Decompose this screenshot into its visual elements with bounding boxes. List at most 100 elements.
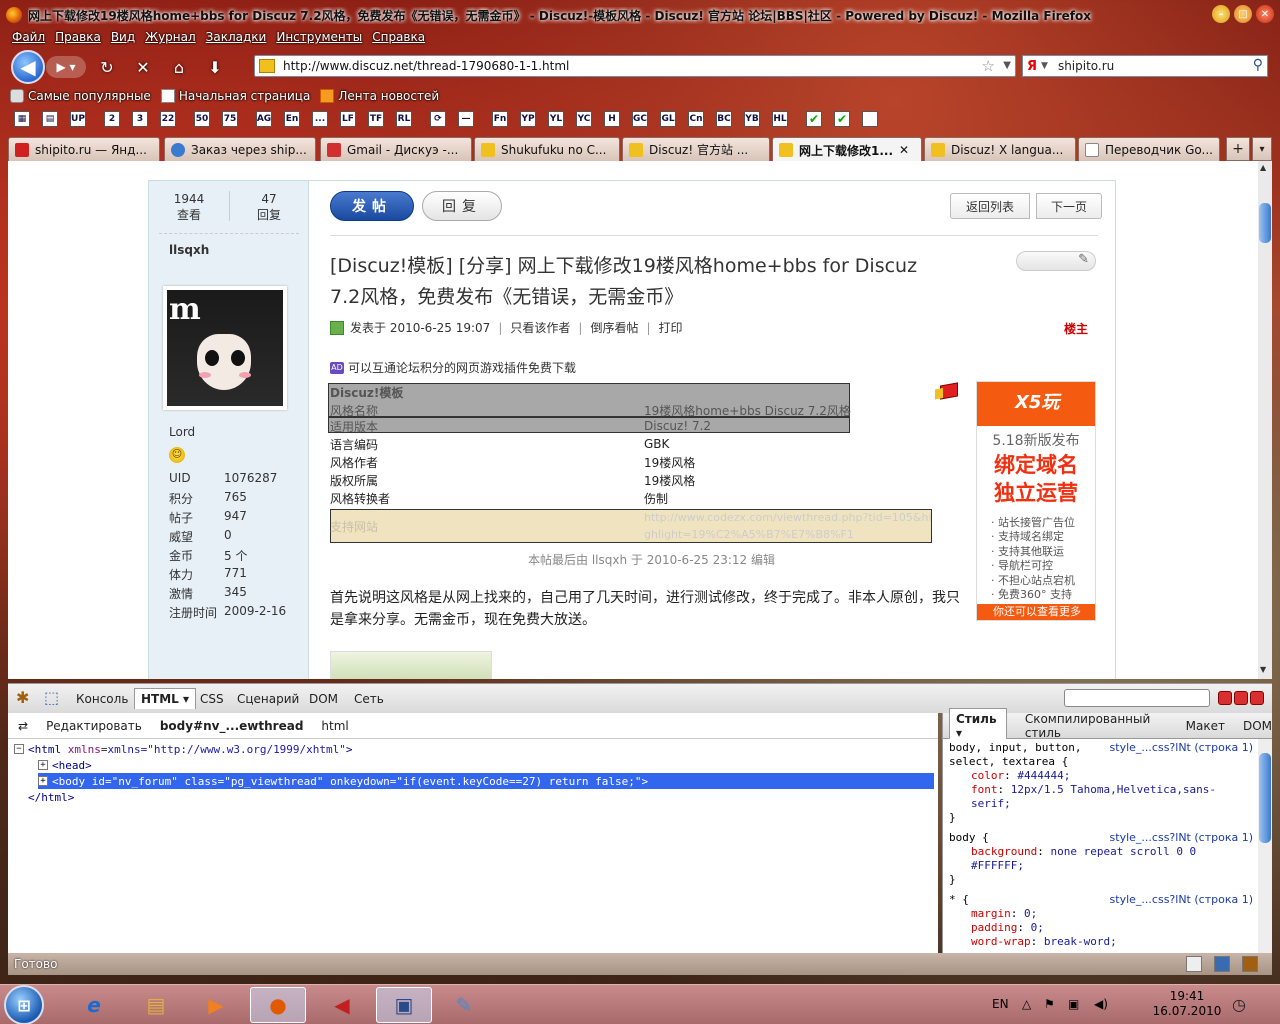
media-player-taskbar-icon[interactable]: ▶ (188, 987, 244, 1023)
addon-icon-22[interactable]: 22 (160, 111, 176, 127)
bookmark-news-feed[interactable]: Лента новостей (320, 87, 439, 105)
addon-icon-dots[interactable]: ... (312, 111, 328, 127)
menu-file[interactable]: Файл (12, 30, 45, 48)
profile-value[interactable]: 1076287 (224, 471, 277, 490)
addon-icon-fn[interactable]: Fn (492, 111, 508, 127)
status-firebug-icon[interactable] (1242, 956, 1258, 972)
addon-icon-rl[interactable]: RL (396, 111, 412, 127)
breadcrumb-body[interactable]: body#nv_...ewthread (160, 719, 304, 733)
tree-node-head[interactable]: + <head> (38, 757, 92, 773)
css-property[interactable]: font: 12px/1.5 Tahoma,Helvetica,sans- (949, 783, 1255, 797)
addon-icon-hl[interactable]: HL (772, 111, 788, 127)
expand-icon[interactable]: + (38, 776, 48, 786)
addon-icon-yb[interactable]: YB (744, 111, 760, 127)
download-icon[interactable]: ⬇ (204, 56, 226, 78)
clock-settings-icon[interactable]: ◷ (1232, 995, 1246, 1014)
menu-bookmarks[interactable]: Закладки (206, 30, 267, 48)
tab-current-thread[interactable]: 网上下载修改1... ✕ (772, 137, 922, 162)
addon-icon-75[interactable]: 75 (222, 111, 238, 127)
post-image[interactable] (330, 651, 492, 679)
tab-translator[interactable]: Переводчик Go... (1078, 137, 1220, 161)
addon-icon-refresh[interactable]: ⟳ (430, 111, 446, 127)
addon-icon-gl[interactable]: GL (660, 111, 676, 127)
avatar[interactable]: m (163, 286, 287, 410)
tab-script[interactable]: Сценарий (237, 692, 299, 706)
checkbox-icon[interactable]: ✔ (806, 111, 822, 127)
tab-order[interactable]: Заказ через ship... (164, 137, 316, 161)
firebug-detach-button[interactable] (1234, 691, 1248, 705)
addon-icon-gc[interactable]: GC (632, 111, 648, 127)
tab-shukufuku[interactable]: Shukufuku no C... (474, 137, 620, 161)
tab-html[interactable]: HTML ▾ (134, 688, 197, 709)
close-button[interactable]: ✕ (1256, 5, 1274, 23)
tab-css[interactable]: CSS (200, 692, 224, 706)
next-page-button[interactable]: 下一页 (1036, 193, 1102, 219)
css-property[interactable]: color: #444444; (949, 769, 1255, 783)
css-property[interactable]: margin: 0; (949, 907, 1255, 921)
firebug-close-button[interactable] (1250, 691, 1264, 705)
tab-layout[interactable]: Макет (1186, 719, 1225, 733)
url-bar[interactable]: http://www.discuz.net/thread-1790680-1-1… (254, 55, 1016, 77)
only-author-link[interactable]: 只看该作者 (510, 319, 570, 336)
back-button[interactable]: ◀ (11, 50, 45, 84)
support-site-link[interactable]: http://www.codezx.com/viewthread.php?tid… (644, 509, 934, 543)
addon-icon-yl[interactable]: YL (548, 111, 564, 127)
ad-text-link[interactable]: AD 可以互通论坛积分的网页游戏插件免费下载 (330, 359, 576, 376)
scroll-down-icon[interactable]: ▼ (1260, 665, 1266, 674)
tray-arrow-icon[interactable]: △ (1022, 997, 1031, 1011)
menu-view[interactable]: Вид (111, 30, 135, 48)
css-property[interactable]: padding: 0; (949, 921, 1255, 935)
language-indicator[interactable]: EN (992, 997, 1009, 1011)
css-panel-scrollbar[interactable] (1258, 739, 1272, 953)
firebug-search-input[interactable] (1064, 689, 1210, 707)
start-button[interactable]: ⊞ (4, 985, 44, 1024)
minimize-button[interactable]: – (1212, 5, 1230, 23)
addon-icon-3[interactable]: 3 (132, 111, 148, 127)
bookmark-start-page[interactable]: Начальная страница (160, 87, 310, 105)
tree-node-html[interactable]: − <html xmlns = xmlns="http://www.w3.org/19… (14, 741, 353, 757)
status-addon-icon[interactable] (1186, 956, 1202, 972)
reload-icon[interactable]: ↻ (96, 56, 118, 78)
collapse-icon[interactable]: − (14, 744, 24, 754)
author-name[interactable]: llsqxh (169, 243, 209, 257)
tree-node-body[interactable]: + <body id= "nv_forum" class= "pg_viewthrea… (38, 773, 934, 789)
addon-icon-h[interactable]: H (604, 111, 620, 127)
scrollbar-thumb[interactable] (1259, 753, 1271, 843)
tab-gmail[interactable]: Gmail - Дискуэ -... (320, 137, 472, 161)
checkbox-icon[interactable]: ✔ (834, 111, 850, 127)
addon-icon-bc[interactable]: BC (716, 111, 732, 127)
forward-button[interactable]: ▶ ▾ (46, 56, 86, 78)
addon-icon-up[interactable]: UP (70, 111, 86, 127)
bookmark-star-icon[interactable]: ☆ (982, 57, 995, 75)
print-link[interactable]: 打印 (659, 319, 683, 336)
thread-tools-button[interactable]: ✎ (1016, 251, 1096, 271)
explorer-taskbar-icon[interactable]: ▤ (128, 987, 184, 1023)
inspect-icon[interactable]: ⬚ (44, 688, 64, 708)
addon-icon-lf[interactable]: LF (340, 111, 356, 127)
search-bar[interactable]: Я ▼ shipito.ru ⚲ (1022, 55, 1268, 77)
menu-tools[interactable]: Инструменты (276, 30, 362, 48)
status-grid-icon[interactable] (1214, 956, 1230, 972)
home-icon[interactable]: ⌂ (168, 56, 190, 78)
stop-icon[interactable]: ✕ (132, 56, 154, 78)
scroll-up-icon[interactable]: ▲ (1260, 163, 1266, 172)
addon-icon-50[interactable]: 50 (194, 111, 210, 127)
new-tab-button[interactable]: + (1226, 137, 1250, 161)
reply-button[interactable]: 回复 (422, 191, 502, 221)
css-source-link[interactable]: style_...css?lNt (строка 1) (1110, 831, 1253, 844)
menu-help[interactable]: Справка (372, 30, 425, 48)
edit-html-icon[interactable]: ⇄ (18, 719, 28, 733)
expand-icon[interactable]: + (38, 760, 48, 770)
app-taskbar-icon[interactable]: ◀ (314, 987, 370, 1023)
tab-discuz-x-language[interactable]: Discuz! X langua... (924, 137, 1076, 161)
addon-icon-2[interactable]: 2 (104, 111, 120, 127)
paint-taskbar-icon[interactable]: ✎ (436, 987, 492, 1023)
reverse-order-link[interactable]: 倒序看帖 (590, 319, 638, 336)
search-icon[interactable]: ⚲ (1253, 57, 1263, 73)
addon-icon-yc[interactable]: YC (576, 111, 592, 127)
search-engine-icon[interactable]: Я (1027, 59, 1037, 74)
scrollbar-thumb[interactable] (1259, 203, 1271, 243)
css-source-link[interactable]: style_...css?lNt (строка 1) (1110, 893, 1253, 906)
addon-icon-cn[interactable]: Cn (688, 111, 704, 127)
firebug-icon[interactable]: ✱ (16, 688, 36, 708)
